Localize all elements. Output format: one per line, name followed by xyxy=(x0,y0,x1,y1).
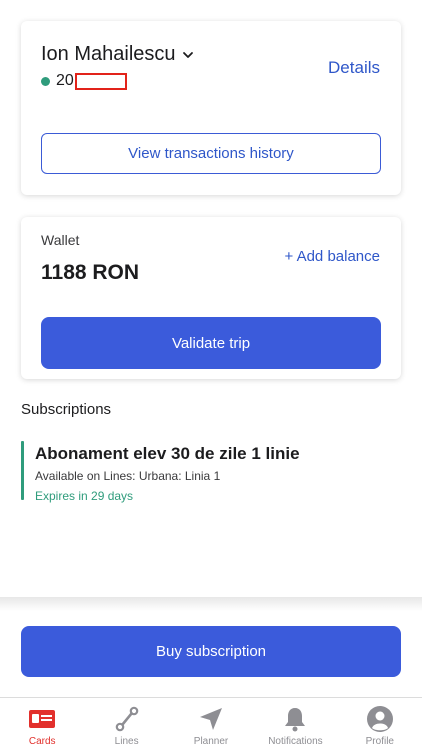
wallet-balance: 1188 RON xyxy=(41,261,140,284)
tab-cards[interactable]: Cards xyxy=(0,698,84,750)
tab-planner[interactable]: Planner xyxy=(169,698,253,750)
navigation-arrow-icon xyxy=(200,708,223,730)
tab-bar: Cards Lines Planner Notifications Profil… xyxy=(0,697,422,750)
bell-icon xyxy=(285,708,306,732)
subscription-expiry: Expires in 29 days xyxy=(35,489,134,503)
status-dot xyxy=(41,76,50,86)
tab-label: Notifications xyxy=(268,736,323,747)
route-icon xyxy=(115,706,138,732)
user-avatar-icon xyxy=(366,706,393,732)
user-selector[interactable]: Ion Mahailescu xyxy=(41,43,194,66)
view-transactions-button[interactable]: View transactions history xyxy=(41,133,381,174)
card-id-row: 20 xyxy=(41,72,127,90)
tab-notifications[interactable]: Notifications xyxy=(253,698,337,750)
chevron-down-icon xyxy=(182,51,193,58)
details-link[interactable]: Details xyxy=(328,58,380,78)
wallet-card: Wallet 1188 RON + Add balance Validate t… xyxy=(21,217,401,379)
validate-trip-button[interactable]: Validate trip xyxy=(41,317,381,369)
redacted-id-box xyxy=(74,72,127,90)
subscription-item[interactable]: Abonament elev 30 de zile 1 linie Availa… xyxy=(21,441,401,503)
tab-label: Cards xyxy=(28,736,56,747)
wallet-label: Wallet xyxy=(41,232,80,248)
user-name: Ion Mahailescu xyxy=(41,43,176,65)
tab-profile[interactable]: Profile xyxy=(338,698,422,750)
subscription-lines: Available on Lines: Urbana: Linia 1 xyxy=(35,469,221,483)
subscriptions-title: Subscriptions xyxy=(21,401,112,418)
card-id-prefix: 20 xyxy=(56,72,74,89)
scroll-fade xyxy=(0,597,422,611)
tab-lines[interactable]: Lines xyxy=(84,698,168,750)
subscription-status-bar xyxy=(21,441,24,500)
subscription-name: Abonament elev 30 de zile 1 linie xyxy=(35,444,300,463)
add-balance-link[interactable]: + Add balance xyxy=(284,248,380,265)
tab-label: Planner xyxy=(193,736,229,747)
account-card: Ion Mahailescu 20 Details View transacti… xyxy=(21,21,401,195)
card-icon xyxy=(29,710,56,728)
tab-label: Profile xyxy=(365,736,394,747)
tab-label: Lines xyxy=(114,736,139,747)
buy-subscription-button[interactable]: Buy subscription xyxy=(21,626,401,677)
